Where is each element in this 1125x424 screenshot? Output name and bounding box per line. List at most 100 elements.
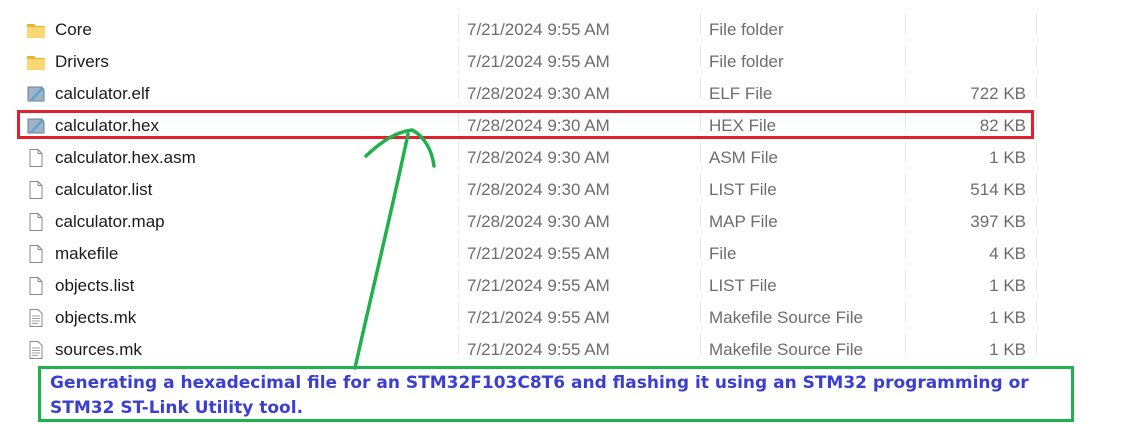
file-type: MAP File (709, 212, 778, 231)
file-date-modified: 7/28/2024 9:30 AM (467, 84, 610, 103)
file-row[interactable]: objects.mk 7/21/2024 9:55 AM Makefile Sour… (0, 302, 1040, 334)
file-row[interactable]: calculator.map 7/28/2024 9:30 AM MAP File 3… (0, 206, 1040, 238)
column-separator (700, 302, 701, 322)
file-date-modified: 7/21/2024 9:55 AM (467, 52, 610, 71)
file-type: File (709, 244, 737, 263)
file-name: makefile (55, 244, 119, 263)
file-name: Core (55, 20, 92, 39)
file-explorer-annotated: Core 7/21/2024 9:55 AM File folder Drivers 7… (0, 0, 1125, 424)
file-date-modified: 7/21/2024 9:55 AM (467, 20, 610, 39)
column-separator (458, 270, 459, 290)
column-separator (700, 142, 701, 162)
column-separator (905, 270, 906, 290)
file-row[interactable]: Core 7/21/2024 9:55 AM File folder (0, 14, 1040, 46)
blank-file-icon (26, 180, 46, 200)
file-type: Makefile Source File (709, 308, 864, 327)
column-separator (905, 174, 906, 194)
file-date-modified: 7/21/2024 9:55 AM (467, 244, 610, 263)
column-separator (458, 142, 459, 162)
file-name: calculator.map (55, 212, 165, 231)
file-name: Drivers (55, 52, 109, 71)
file-row[interactable]: objects.list 7/21/2024 9:55 AM LIST File 1 … (0, 270, 1040, 302)
file-size: 397 KB (970, 212, 1026, 231)
column-separator (905, 206, 906, 226)
column-separator (700, 46, 701, 66)
file-row[interactable]: makefile 7/21/2024 9:55 AM File 4 KB (0, 238, 1040, 270)
file-size (900, 14, 1026, 46)
column-separator (700, 238, 701, 258)
file-type: File folder (709, 52, 784, 71)
file-date-modified: 7/21/2024 9:55 AM (467, 276, 610, 295)
file-row[interactable]: calculator.elf 7/28/2024 9:30 AM ELF File 7… (0, 78, 1040, 110)
column-separator (700, 78, 701, 98)
file-row[interactable]: calculator.list 7/28/2024 9:30 AM LIST Fil… (0, 174, 1040, 206)
column-separator (700, 14, 701, 34)
column-separator (905, 78, 906, 98)
column-separator (905, 46, 906, 66)
file-size: 1 KB (989, 276, 1026, 295)
file-type: Makefile Source File (709, 340, 864, 359)
blank-file-icon (26, 212, 46, 232)
file-date-modified: 7/28/2024 9:30 AM (467, 148, 610, 167)
column-separator (905, 14, 906, 34)
file-date-modified: 7/28/2024 9:30 AM (467, 212, 610, 231)
column-separator (700, 174, 701, 194)
file-type: LIST File (709, 276, 777, 295)
file-name: sources.mk (55, 340, 142, 359)
binary-file-icon (26, 84, 46, 104)
file-size: 1 KB (989, 308, 1026, 327)
file-size (900, 46, 1026, 78)
file-name: objects.list (55, 276, 135, 295)
file-date-modified: 7/21/2024 9:55 AM (467, 340, 610, 359)
column-separator (905, 142, 906, 162)
folder-icon (26, 52, 46, 72)
column-separator (1036, 334, 1037, 354)
column-separator (700, 334, 701, 354)
file-row[interactable]: sources.mk 7/21/2024 9:55 AM Makefile Sour… (0, 334, 1040, 366)
column-separator (1036, 78, 1037, 98)
file-type: File folder (709, 20, 784, 39)
file-size: 4 KB (989, 244, 1026, 263)
highlight-box (17, 110, 1034, 139)
column-separator (905, 334, 906, 354)
column-separator (458, 206, 459, 226)
blank-file-icon (26, 244, 46, 264)
file-type: ELF File (709, 84, 773, 103)
column-separator (1036, 110, 1037, 130)
file-size: 514 KB (970, 180, 1026, 199)
column-separator (458, 302, 459, 322)
file-name: calculator.hex.asm (55, 148, 196, 167)
file-date-modified: 7/21/2024 9:55 AM (467, 308, 610, 327)
file-row[interactable]: Drivers 7/21/2024 9:55 AM File folder (0, 46, 1040, 78)
column-separator (458, 238, 459, 258)
column-separator (1036, 46, 1037, 66)
blank-file-icon (26, 148, 46, 168)
column-separator (458, 174, 459, 194)
column-separator (700, 206, 701, 226)
column-separator (1036, 174, 1037, 194)
column-separator (458, 14, 459, 34)
column-separator (1036, 14, 1037, 34)
file-name: objects.mk (55, 308, 137, 327)
column-separator (458, 334, 459, 354)
column-separator (905, 302, 906, 322)
column-separator (1036, 142, 1037, 162)
file-size: 1 KB (989, 340, 1026, 359)
column-separator (458, 46, 459, 66)
column-separator (1036, 206, 1037, 226)
caption-text: Generating a hexadecimal file for an STM… (50, 373, 1029, 418)
column-separator (700, 270, 701, 290)
file-name: calculator.list (55, 180, 153, 199)
file-size: 1 KB (989, 148, 1026, 167)
caption-box: Generating a hexadecimal file for an STM… (38, 366, 1074, 422)
file-row[interactable]: calculator.hex.asm 7/28/2024 9:30 AM ASM F… (0, 142, 1040, 174)
column-separator (1036, 238, 1037, 258)
text-file-icon (26, 340, 46, 360)
column-separator (1036, 302, 1037, 322)
file-type: ASM File (709, 148, 778, 167)
file-date-modified: 7/28/2024 9:30 AM (467, 180, 610, 199)
column-separator (905, 238, 906, 258)
text-file-icon (26, 308, 46, 328)
file-name: calculator.elf (55, 84, 150, 103)
column-separator (1036, 270, 1037, 290)
